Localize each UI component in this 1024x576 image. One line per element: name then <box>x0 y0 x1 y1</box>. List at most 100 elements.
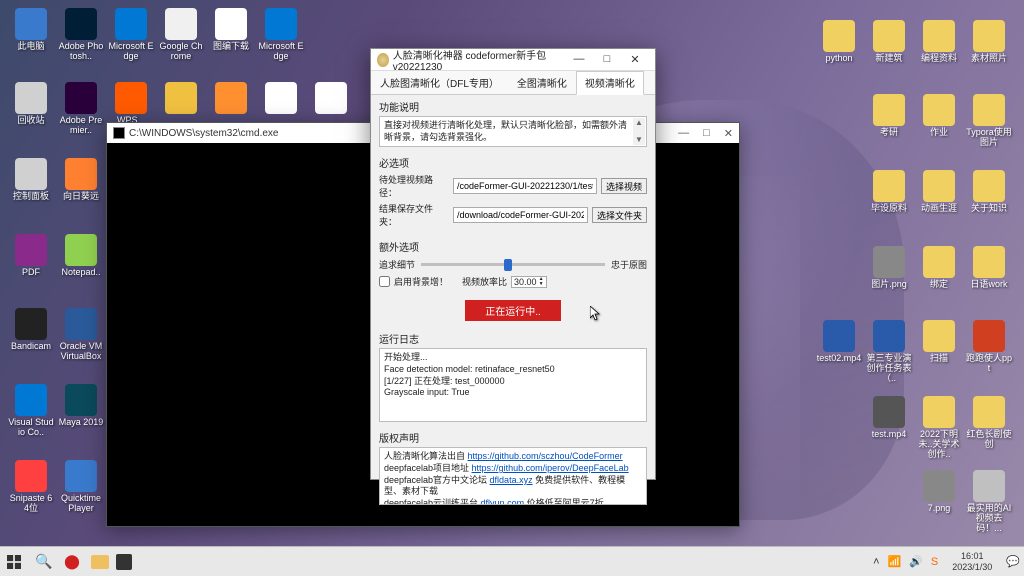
copyright-title: 版权声明 <box>379 430 647 445</box>
desktop-icon[interactable]: 新建筑 <box>866 20 912 64</box>
explorer-icon[interactable] <box>91 555 109 569</box>
desktop-icon[interactable]: Google Chrome <box>158 8 204 62</box>
desktop-icon[interactable]: 控制面板 <box>8 158 54 202</box>
app-title-text: 人脸清晰化神器 codeformer新手包 v20221230 <box>393 47 565 73</box>
slider-thumb[interactable] <box>504 259 512 271</box>
codeformer-window[interactable]: 人脸清晰化神器 codeformer新手包 v20221230 — □ ✕ 人脸… <box>370 48 656 480</box>
required-title: 必选项 <box>379 155 647 170</box>
desktop-icon[interactable]: 扫描 <box>916 320 962 364</box>
detail-slider[interactable] <box>421 263 605 266</box>
tray-network-icon[interactable]: 📶 <box>888 555 902 568</box>
select-video-button[interactable]: 选择视频 <box>601 178 647 194</box>
slider-left-label: 追求细节 <box>379 258 415 271</box>
maximize-button[interactable]: □ <box>593 53 621 66</box>
close-button[interactable]: ✕ <box>621 53 649 66</box>
app-taskbar-icon[interactable] <box>116 554 132 570</box>
log-box[interactable]: 开始处理... Face detection model: retinaface… <box>379 348 647 422</box>
desktop-icon[interactable]: 跑跑使人ppt <box>966 320 1012 374</box>
output-folder-input[interactable] <box>453 207 588 223</box>
desktop-icon[interactable]: Oracle VM VirtualBox <box>58 308 104 362</box>
desktop-icon[interactable]: test.mp4 <box>866 396 912 440</box>
scale-input[interactable]: 30.00 ▲▼ <box>511 276 546 288</box>
bg-enhance-label: 启用背景增！ <box>394 275 448 288</box>
cmd-title-text: C:\WINDOWS\system32\cmd.exe <box>129 128 278 139</box>
desktop-icon[interactable]: Maya 2019 <box>58 384 104 428</box>
tray-volume-icon[interactable]: 🔊 <box>909 555 923 568</box>
maximize-button[interactable]: □ <box>703 127 710 140</box>
desktop-icon[interactable]: Microsoft Edge <box>258 8 304 62</box>
close-button[interactable]: ✕ <box>724 127 733 140</box>
desktop-icon[interactable]: 日语work <box>966 246 1012 290</box>
video-path-input[interactable] <box>453 178 597 194</box>
desktop-icon[interactable] <box>208 82 254 116</box>
tab-full-image[interactable]: 全图清晰化 <box>508 71 576 94</box>
desktop-icon[interactable]: 关于知识 <box>966 170 1012 214</box>
desktop-icon[interactable] <box>258 82 304 116</box>
func-desc-box: 直接对视频进行清晰化处理，默认只清晰化脸部，如需额外清晰背景，请勾选背景强化。 … <box>379 116 647 147</box>
codeformer-link[interactable]: https://github.com/sczhou/CodeFormer <box>468 451 623 461</box>
taskbar: 🔍 ⬤ ˄ 📶 🔊 S 16:01 2023/1/30 💬 <box>0 546 1024 576</box>
minimize-button[interactable]: — <box>678 127 689 140</box>
desktop-icon[interactable]: WPS... <box>108 82 154 126</box>
desktop-icon[interactable]: 作业 <box>916 94 962 138</box>
desktop-icon[interactable]: Typora使用图片 <box>966 94 1012 148</box>
minimize-button[interactable]: — <box>565 53 593 66</box>
desktop-icon[interactable]: PDF <box>8 234 54 278</box>
desktop-icon[interactable]: 2022下明未..关学术创作.. <box>916 396 962 460</box>
desktop-icon[interactable]: test02.mp4 <box>816 320 862 364</box>
spin-down-icon[interactable]: ▼ <box>539 282 544 287</box>
desktop-icon[interactable]: Adobe Photosh.. <box>58 8 104 62</box>
taskbar-clock[interactable]: 16:01 2023/1/30 <box>946 551 998 573</box>
copyright-box: 人脸清晰化算法出自 https://github.com/sczhou/Code… <box>379 447 647 505</box>
log-title: 运行日志 <box>379 331 647 346</box>
desktop-icon[interactable]: Quicktime Player <box>58 460 104 514</box>
start-button[interactable] <box>4 552 24 572</box>
dflyun-link[interactable]: dflyun.com <box>481 498 525 505</box>
tab-video[interactable]: 视频清晰化 <box>576 71 644 95</box>
search-icon[interactable]: 🔍 <box>32 550 56 574</box>
desktop-icon[interactable]: Visual Studio Co.. <box>8 384 54 438</box>
deepfacelab-link[interactable]: https://github.com/iperov/DeepFaceLab <box>472 463 629 473</box>
app-titlebar[interactable]: 人脸清晰化神器 codeformer新手包 v20221230 — □ ✕ <box>371 49 655 71</box>
cmd-icon <box>113 127 125 139</box>
tab-face-dfl[interactable]: 人脸图清晰化（DFL专用） <box>371 71 508 94</box>
output-folder-label: 结果保存文件夹： <box>379 202 449 228</box>
record-icon[interactable]: ⬤ <box>60 550 84 574</box>
scroll-down-icon[interactable]: ▼ <box>633 135 645 145</box>
desktop-icon[interactable]: 向日葵远 <box>58 158 104 202</box>
desktop-icon[interactable]: 此电脑 <box>8 8 54 52</box>
select-folder-button[interactable]: 选择文件夹 <box>592 207 647 223</box>
bg-enhance-checkbox[interactable] <box>379 276 390 287</box>
desktop-icon[interactable] <box>158 82 204 116</box>
desktop-icon[interactable]: 编程资料 <box>916 20 962 64</box>
desktop-icon[interactable]: 图编下载 <box>208 8 254 52</box>
desktop-icon[interactable]: 动画生涯 <box>916 170 962 214</box>
desktop-icon[interactable]: 绑定 <box>916 246 962 290</box>
notifications-icon[interactable]: 💬 <box>1006 555 1020 568</box>
func-title: 功能说明 <box>379 99 647 114</box>
desktop-icon[interactable]: Notepad.. <box>58 234 104 278</box>
desktop-icon[interactable]: 第三专业演创作任务表（.. <box>866 320 912 384</box>
desktop-icon[interactable]: 最实用的AI视频去码！... <box>966 470 1012 534</box>
video-path-label: 待处理视频路径： <box>379 173 449 199</box>
desktop-icon[interactable]: Snipaste 64位 <box>8 460 54 514</box>
desktop-icon[interactable]: Microsoft Edge <box>108 8 154 62</box>
desktop-icon[interactable]: 素材照片 <box>966 20 1012 64</box>
desktop-icon[interactable]: 毕设原料 <box>866 170 912 214</box>
desktop-icon[interactable] <box>308 82 354 116</box>
desktop-icon[interactable]: python <box>816 20 862 64</box>
extra-title: 额外选项 <box>379 239 647 254</box>
run-button[interactable]: 正在运行中.. <box>465 300 561 321</box>
desktop-icon[interactable]: Bandicam <box>8 308 54 352</box>
desktop-icon[interactable]: Adobe Premier.. <box>58 82 104 136</box>
dfldata-link[interactable]: dfldata.xyz <box>490 475 533 485</box>
desktop-icon[interactable]: 考研 <box>866 94 912 138</box>
tray-ime-icon[interactable]: S <box>931 556 938 568</box>
scale-label: 视频放率比 <box>462 275 507 288</box>
desktop-icon[interactable]: 红色长剧使创 <box>966 396 1012 450</box>
desktop-icon[interactable]: 回收站 <box>8 82 54 126</box>
desktop-icon[interactable]: 图片.png <box>866 246 912 290</box>
desktop-icon[interactable]: 7.png <box>916 470 962 514</box>
scroll-up-icon[interactable]: ▲ <box>633 118 645 128</box>
tray-expand-icon[interactable]: ˄ <box>873 556 879 568</box>
